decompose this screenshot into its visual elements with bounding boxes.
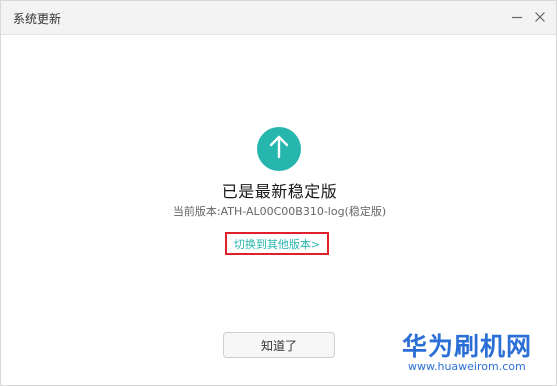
window-title: 系统更新 (13, 12, 62, 26)
watermark-url: www.huaweirom.com (408, 360, 526, 373)
minimize-icon (511, 8, 523, 27)
close-icon (534, 8, 546, 27)
ok-button[interactable]: 知道了 (223, 332, 335, 358)
title-bar: 系统更新 (1, 1, 556, 35)
minimize-button[interactable] (505, 5, 529, 29)
status-title: 已是最新稳定版 (221, 182, 338, 201)
watermark-brand: 华为刷机网 (402, 332, 533, 361)
close-button[interactable] (528, 5, 552, 29)
switch-version-link[interactable]: 切换到其他版本> (225, 236, 329, 252)
current-version: 当前版本:ATH-AL00C00B310-log(稳定版) (1, 203, 557, 219)
up-to-date-badge (257, 127, 301, 171)
version-value: ATH-AL00C00B310-log(稳定版) (220, 205, 387, 218)
version-label: 当前版本: (172, 205, 221, 218)
arrow-up-icon (268, 134, 290, 164)
